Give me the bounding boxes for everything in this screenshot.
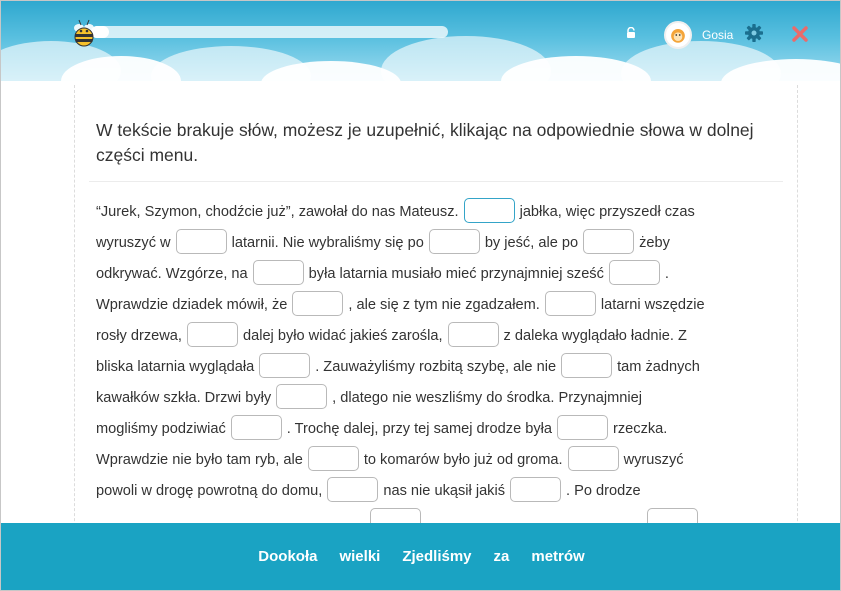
text-segment: Wprawdzie nie było tam ryb, ale (96, 452, 303, 468)
text-segment: wyruszyć w (96, 235, 171, 251)
word-option[interactable]: wielki (339, 548, 380, 565)
blank-gap[interactable] (276, 383, 328, 409)
text-segment: mogliśmy podziwiać (96, 421, 226, 437)
divider (89, 181, 783, 182)
username-label: Gosia (702, 28, 734, 42)
text-segment: , ale się z tym nie zgadzałem. (348, 297, 540, 313)
blank-gap[interactable] (561, 352, 613, 378)
text-segment: bliska latarnia wyglądała (96, 359, 255, 375)
blank-gap[interactable] (544, 290, 596, 316)
blank-gap[interactable] (510, 476, 562, 502)
word-option[interactable]: metrów (531, 548, 584, 565)
blank-gap[interactable] (557, 414, 609, 440)
progress-bar (91, 26, 448, 38)
word-bank-bar: Dookoła wielki Zjedliśmy za metrów (1, 523, 840, 590)
text-line: Wprawdzie dziadek mówił, że , ale się z t… (96, 290, 786, 321)
blank-gap[interactable] (567, 445, 619, 471)
text-segment: by jeść, ale po (484, 235, 579, 251)
avatar[interactable] (664, 21, 692, 49)
blank-gap[interactable] (259, 352, 311, 378)
blank-gap[interactable] (583, 228, 635, 254)
text-segment: . Po drodze (566, 483, 641, 499)
text-segment: powoli w drogę powrotną do domu, (96, 483, 323, 499)
blank-gap[interactable] (447, 321, 499, 347)
word-bank: Dookoła wielki Zjedliśmy za metrów (1, 523, 840, 590)
text-line: powoli w drogę powrotną do domu, nas nie … (96, 476, 786, 507)
blank-gap[interactable] (175, 228, 227, 254)
text-segment: , dlatego nie weszliśmy do środka. Przyn… (332, 390, 643, 406)
text-segment: żeby (639, 235, 670, 251)
lock-icon[interactable] (625, 27, 637, 39)
text-segment: rzeczka. (613, 421, 668, 437)
word-option[interactable]: za (494, 548, 510, 565)
blank-gap[interactable] (463, 197, 515, 223)
blank-gap[interactable] (292, 290, 344, 316)
text-segment: rosły drzewa, (96, 328, 182, 344)
text-segment: odkrywać. Wzgórze, na (96, 266, 248, 282)
text-segment: była latarnia musiało mieć przynajmniej … (308, 266, 604, 282)
blank-gap[interactable] (608, 259, 660, 285)
word-option[interactable]: Zjedliśmy (402, 548, 471, 565)
word-option[interactable]: Dookoła (258, 548, 317, 565)
blank-gap[interactable] (230, 414, 282, 440)
bee-logo-icon[interactable] (69, 19, 99, 49)
blank-gap[interactable] (307, 445, 359, 471)
text-segment: . Zauważyliśmy rozbitą szybę, ale nie (315, 359, 557, 375)
text-segment: . Trochę dalej, przy tej samej drodze by… (286, 421, 553, 437)
app-window: Gosia W tekście brakuje słów, możesz je … (0, 0, 841, 591)
text-segment: kawałków szkła. Drzwi były (96, 390, 272, 406)
text-segment: to komarów było już od groma. (363, 452, 563, 468)
instruction-text: W tekście brakuje słów, możesz je uzupeł… (96, 120, 754, 165)
text-segment: tam żadnych (617, 359, 700, 375)
text-line: rosły drzewa, dalej było widać jakieś zar… (96, 321, 786, 352)
text-line: mogliśmy podziwiać . Trochę dalej, przy t… (96, 414, 786, 445)
text-line: “Jurek, Szymon, chodźcie już”, zawołał d… (96, 197, 786, 228)
header-bar: Gosia (1, 1, 840, 81)
gear-icon[interactable] (744, 23, 764, 43)
text-segment: “Jurek, Szymon, chodźcie już”, zawołał d… (96, 204, 459, 220)
text-line: bliska latarnia wyglądała . Zauważyliśmy … (96, 352, 786, 383)
text-line: Wprawdzie nie było tam ryb, ale to komaró… (96, 445, 786, 476)
blank-gap[interactable] (428, 228, 480, 254)
text-segment: . (664, 266, 669, 282)
text-line: kawałków szkła. Drzwi były , dlatego nie … (96, 383, 786, 414)
fill-in-text: “Jurek, Szymon, chodźcie już”, zawołał d… (96, 197, 786, 538)
close-icon[interactable] (791, 25, 809, 43)
text-segment: nas nie ukąsił jakiś (383, 483, 506, 499)
text-line: wyruszyć w latarnii. Nie wybraliśmy się p… (96, 228, 786, 259)
text-line: odkrywać. Wzgórze, na była latarnia musia… (96, 259, 786, 290)
text-segment: z daleka wyglądało ładnie. Z (503, 328, 687, 344)
exercise-card: W tekście brakuje słów, możesz je uzupeł… (74, 85, 798, 536)
blank-gap[interactable] (186, 321, 238, 347)
text-segment: dalej było widać jakieś zarośla, (242, 328, 443, 344)
text-segment: wyruszyć (623, 452, 684, 468)
text-segment: latarnii. Nie wybraliśmy się po (231, 235, 424, 251)
text-segment: jabłka, więc przyszedł czas (519, 204, 695, 220)
text-segment: latarni wszędzie (600, 297, 705, 313)
text-segment: Wprawdzie dziadek mówił, że (96, 297, 288, 313)
blank-gap[interactable] (252, 259, 304, 285)
blank-gap[interactable] (327, 476, 379, 502)
